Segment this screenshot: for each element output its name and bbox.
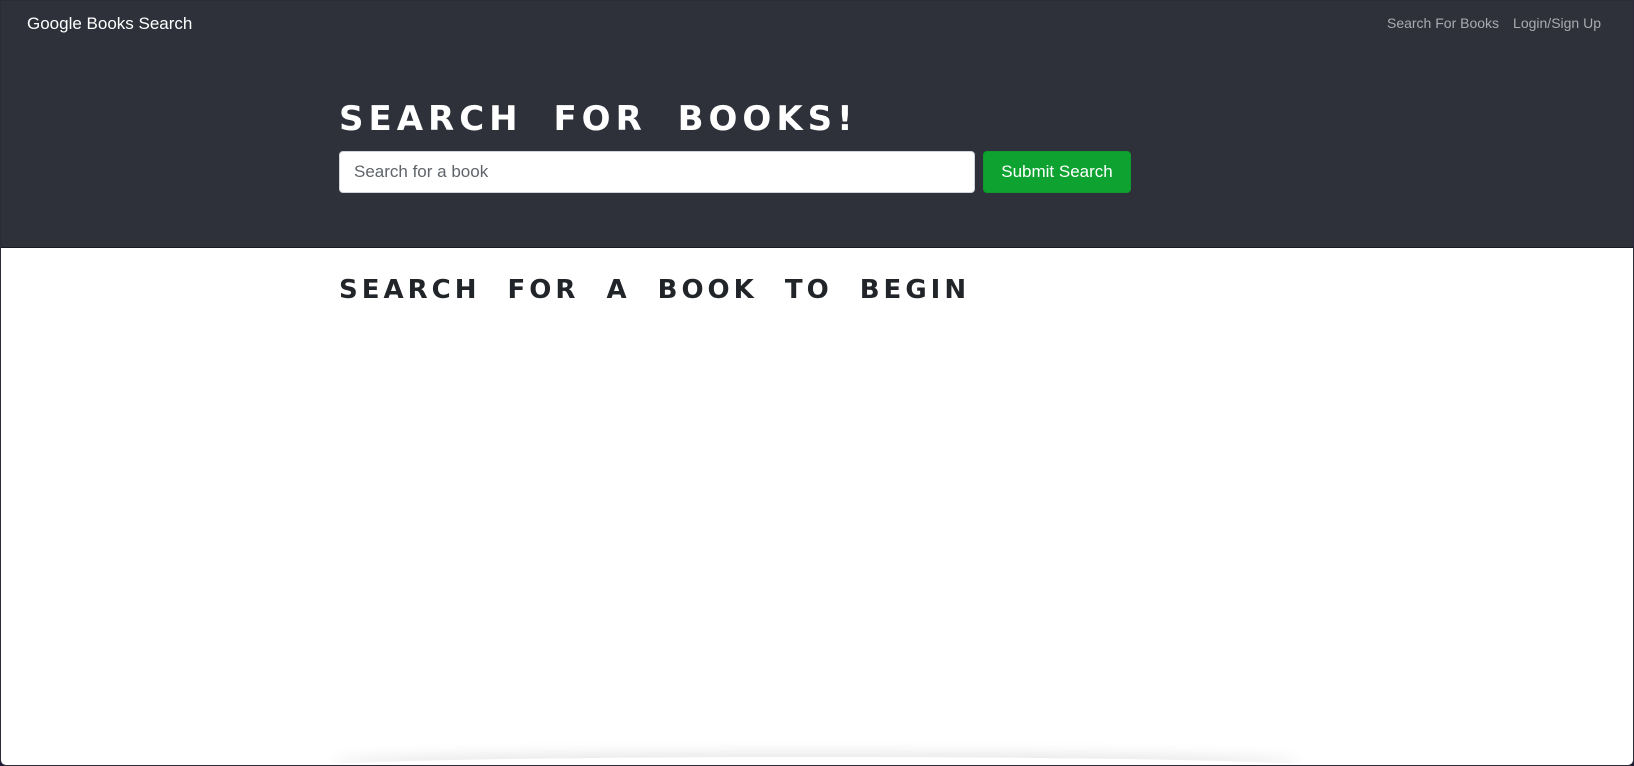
app-window: Google Books Search Search For Books Log… (0, 0, 1634, 766)
results-heading: SEARCH FOR A BOOK TO BEGIN (339, 275, 971, 305)
nav-link-login-sign-up[interactable]: Login/Sign Up (1513, 14, 1601, 33)
search-input[interactable] (339, 151, 975, 193)
brand-link[interactable]: Google Books Search (27, 13, 192, 35)
search-hero: SEARCH FOR BOOKS! Submit Search (1, 47, 1633, 248)
nav-link-search-for-books[interactable]: Search For Books (1387, 14, 1499, 33)
nav-links: Search For Books Login/Sign Up (1387, 14, 1601, 33)
page-title: SEARCH FOR BOOKS! (339, 99, 858, 139)
navbar: Google Books Search Search For Books Log… (1, 1, 1633, 47)
submit-search-button[interactable]: Submit Search (983, 151, 1131, 193)
footer-shadow (331, 757, 1301, 765)
